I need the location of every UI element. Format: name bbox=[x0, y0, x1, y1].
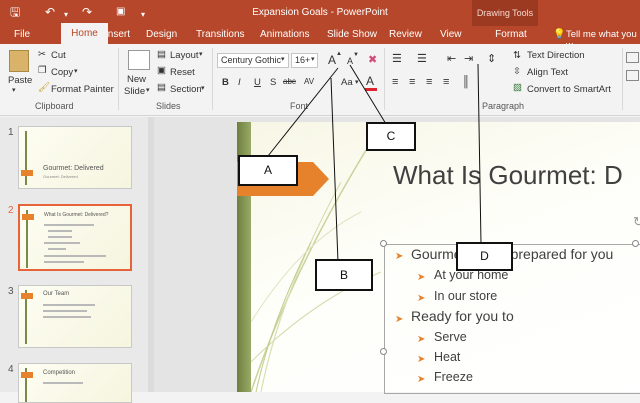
callout-line-b bbox=[330, 77, 339, 263]
callout-label-a: A bbox=[238, 155, 298, 186]
callout-line-c bbox=[349, 64, 387, 125]
callout-lines bbox=[267, 63, 482, 263]
callout-label-b: B bbox=[315, 259, 373, 291]
callout-line-a bbox=[267, 67, 339, 157]
callout-label-c: C bbox=[366, 122, 416, 151]
callout-label-d: D bbox=[456, 242, 513, 271]
callout-line-d bbox=[477, 63, 482, 245]
